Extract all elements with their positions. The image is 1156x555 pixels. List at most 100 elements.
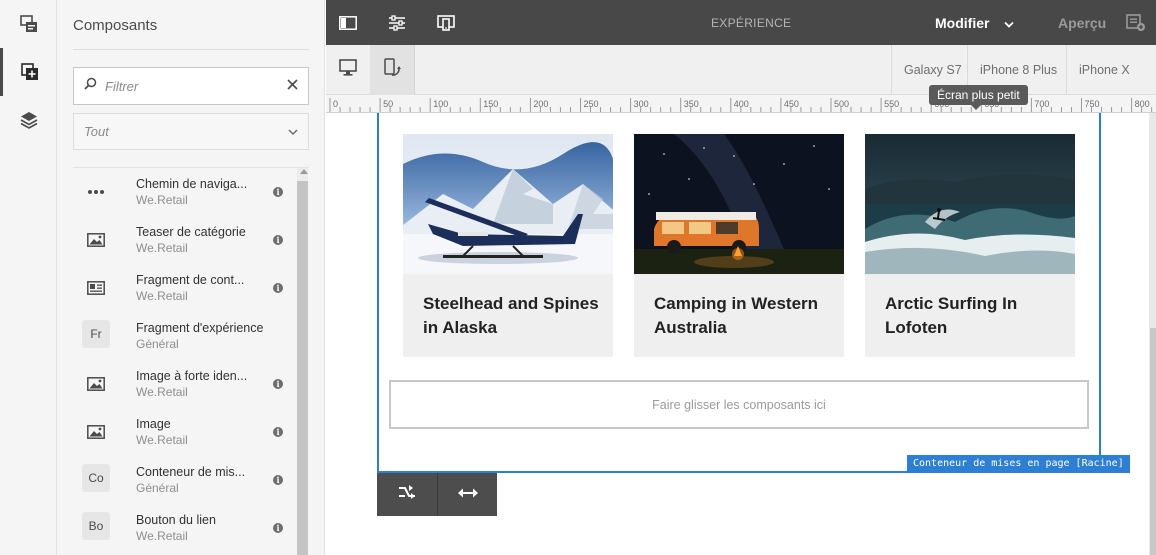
component-item[interactable]: Image à forte iden... We.Retail i [73,360,297,408]
image-icon [81,372,111,396]
component-item[interactable]: Co Conteneur de mis... Général i [73,456,297,504]
page-properties-icon [19,15,38,33]
component-abbr-badge: Fr [82,320,110,348]
component-group: We.Retail [136,241,188,255]
component-item[interactable]: Image We.Retail i [73,408,297,456]
layers-button[interactable] [0,96,57,144]
components-button[interactable] [0,48,57,96]
scroll-up-icon[interactable] [300,169,308,174]
article-card[interactable]: Arctic Surfing In Lofoten [865,134,1075,357]
canvas-scrollbar-thumb[interactable] [1150,328,1156,555]
component-group: We.Retail [136,289,188,303]
parent-select-button[interactable] [377,473,437,516]
component-group: Général [136,481,179,495]
layout-container-label[interactable]: Conteneur de mises en page [Racine] [907,455,1130,473]
page-properties-button[interactable] [0,0,57,48]
component-group: We.Retail [136,385,188,399]
component-name: Conteneur de mis... [136,465,246,479]
card-title[interactable]: Arctic Surfing In Lofoten [885,292,1065,340]
ruler-label: 0 [333,99,338,109]
smaller-screen-tooltip: Écran plus petit [929,85,1028,110]
ruler-label: 350 [684,99,699,109]
content-fragment-icon [81,276,111,300]
device-iphone-x[interactable]: iPhone X [1066,45,1142,95]
panel-divider [73,49,309,50]
info-icon[interactable]: i [273,283,283,293]
component-group: Général [136,337,179,351]
ruler-label: 750 [1085,99,1100,109]
more-icon [81,180,111,204]
ruler-label: 400 [734,99,749,109]
panel-title: Composants [73,17,158,34]
preview-mode-button[interactable]: Aperçu [1058,15,1106,31]
component-toolbar [377,473,497,516]
info-icon[interactable]: i [273,523,283,533]
card-image-surfer [865,134,1075,274]
ruler-label: 700 [1034,99,1049,109]
annotations-icon[interactable] [1126,13,1146,33]
component-name: Teaser de catégorie [136,225,246,239]
editor-app: Composants Filtrer Tout Chemin de naviga… [0,0,1156,555]
info-icon[interactable]: i [273,475,283,485]
card-title[interactable]: Steelhead and Spines in Alaska [423,292,603,340]
desktop-device-button[interactable] [326,45,370,95]
ruler-label: 300 [634,99,649,109]
components-icon [21,63,39,81]
component-item[interactable]: Fragment de cont... We.Retail i [73,264,297,312]
filter-placeholder: Filtrer [105,78,139,94]
image-icon [81,420,111,444]
emulator-bar: Galaxy S7 iPhone 8 Plus iPhone X [326,45,1156,95]
component-item[interactable]: Fr Fragment d'expérience Général [73,312,297,360]
component-name: Bouton du lien [136,513,216,527]
component-group: We.Retail [136,193,188,207]
ruler-label: 50 [383,99,393,109]
ruler-label: 100 [433,99,448,109]
group-select[interactable]: Tout [73,113,309,150]
info-icon[interactable]: i [273,187,283,197]
chevron-down-icon[interactable] [1004,16,1014,34]
info-icon[interactable]: i [273,235,283,245]
select-parent-icon [398,484,416,505]
components-list: Chemin de naviga... We.Retail i Teaser d… [73,168,297,555]
article-card[interactable]: Steelhead and Spines in Alaska [403,134,613,357]
layers-icon [20,111,38,129]
filter-input[interactable]: Filtrer [73,67,309,105]
emulator-icon[interactable] [436,13,456,33]
resize-horizontal-icon [457,486,478,504]
component-name: Chemin de naviga... [136,177,248,191]
panel-scrollbar-thumb[interactable] [297,181,308,555]
article-card[interactable]: Camping in Western Australia [634,134,844,357]
card-image-camper [634,134,844,274]
ruler-label: 150 [483,99,498,109]
image-icon [81,228,111,252]
ruler-label: 800 [1135,99,1150,109]
side-rail [0,0,57,555]
component-item[interactable]: Chemin de naviga... We.Retail i [73,168,297,216]
layout-mode-button[interactable] [437,473,497,516]
component-name: Fragment de cont... [136,273,245,287]
ruler-ticks: 0501001502002503003504004505005506006507… [329,98,1153,112]
component-dropzone[interactable]: Faire glisser les composants ici [389,380,1089,429]
component-item[interactable]: Bo Bouton du lien We.Retail i [73,504,297,552]
ruler-label: 250 [584,99,599,109]
desktop-icon [339,59,357,81]
rotate-device-icon [383,57,401,83]
info-icon[interactable]: i [273,379,283,389]
rotate-device-button[interactable] [370,45,414,95]
page-settings-icon[interactable] [387,13,407,33]
component-group: We.Retail [136,529,188,543]
card-title[interactable]: Camping in Western Australia [654,292,834,340]
ruler-label: 450 [784,99,799,109]
component-item[interactable]: Teaser de catégorie We.Retail i [73,216,297,264]
components-panel: Composants Filtrer Tout Chemin de naviga… [57,0,325,555]
component-group: We.Retail [136,433,188,447]
component-abbr-badge: Bo [82,512,110,540]
ruler-label: 550 [884,99,899,109]
clear-icon[interactable] [287,77,298,95]
component-name: Image à forte iden... [136,369,248,383]
ruler-label: 200 [533,99,548,109]
info-icon[interactable]: i [273,427,283,437]
modify-mode-button[interactable]: Modifier [935,15,989,31]
toggle-side-panel-icon[interactable] [338,13,358,33]
component-name: Image [136,417,171,431]
